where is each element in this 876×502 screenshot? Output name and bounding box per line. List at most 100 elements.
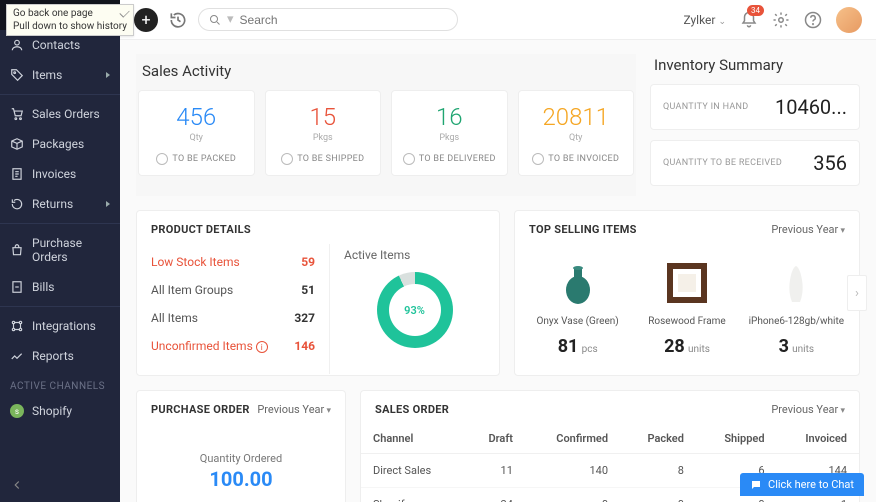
bag-icon	[10, 243, 24, 257]
active-items-label: Active Items	[344, 248, 485, 262]
notifications-button[interactable]: 34	[740, 11, 758, 29]
purchase-order-range-dropdown[interactable]: Previous Year	[257, 403, 331, 416]
avatar[interactable]	[836, 7, 862, 33]
notification-badge: 34	[747, 5, 764, 16]
back-history-tooltip: Go back one page Pull down to show histo…	[6, 4, 134, 36]
sidebar-item-label: Packages	[32, 137, 84, 151]
product-unit: units	[688, 344, 710, 355]
stat-value: 15	[274, 103, 373, 131]
top-selling-title: TOP SELLING ITEMS	[529, 223, 637, 236]
qty-to-receive-value: 356	[813, 151, 847, 175]
top-selling-item[interactable]: Onyx Vase (Green) 81 pcs	[523, 250, 632, 361]
active-items-pct: 93%	[404, 304, 425, 317]
pd-key: All Items	[151, 311, 198, 325]
help-icon	[804, 11, 822, 29]
cart-icon	[10, 107, 24, 121]
so-header: Shipped	[696, 424, 777, 454]
stat-unit: Qty	[527, 133, 626, 143]
sidebar-item-sales-orders[interactable]: Sales Orders	[0, 99, 120, 129]
sidebar-item-label: Returns	[32, 197, 73, 211]
chevron-right-icon	[106, 72, 110, 78]
product-details-card: PRODUCT DETAILS Low Stock Items59All Ite…	[136, 210, 500, 376]
stat-label: TO BE INVOICED	[527, 153, 626, 165]
chevron-right-icon	[106, 201, 110, 207]
search-box[interactable]: ▾	[198, 8, 458, 31]
sidebar-item-packages[interactable]: Packages	[0, 129, 120, 159]
stat-label: TO BE PACKED	[147, 153, 246, 165]
stat-unit: Pkgs	[400, 133, 499, 143]
chevron-left-icon	[10, 478, 24, 492]
qty-in-hand-label: QUANTITY IN HAND	[663, 102, 748, 112]
sidebar-item-label: Invoices	[32, 167, 76, 181]
sidebar-item-reports[interactable]: Reports	[0, 341, 120, 371]
sidebar-item-returns[interactable]: Returns	[0, 189, 120, 219]
sidebar-item-integrations[interactable]: Integrations	[0, 311, 120, 341]
search-icon	[209, 14, 221, 26]
pd-key: Low Stock Items	[151, 255, 240, 269]
so-cell: 0	[525, 488, 620, 502]
product-detail-row[interactable]: Low Stock Items 59	[151, 248, 315, 276]
so-cell: 11	[464, 454, 525, 488]
product-detail-row[interactable]: All Item Groups51	[151, 276, 315, 304]
add-button[interactable]: +	[134, 8, 158, 32]
chat-icon	[750, 479, 762, 491]
top-selling-item[interactable]: iPhone6-128gb/white 3 units	[742, 250, 851, 361]
stat-unit: Qty	[147, 133, 246, 143]
so-header: Draft	[464, 424, 525, 454]
so-header: Invoiced	[777, 424, 859, 454]
sidebar-item-items[interactable]: Items	[0, 60, 120, 90]
purchase-order-title: PURCHASE ORDER	[151, 403, 250, 416]
sidebar-item-label: Items	[32, 68, 62, 82]
sidebar-item-invoices[interactable]: Invoices	[0, 159, 120, 189]
active-items-donut: 93%	[377, 272, 453, 348]
stat-card[interactable]: 16 Pkgs TO BE DELIVERED	[391, 90, 508, 176]
chat-button[interactable]: Click here to Chat	[740, 473, 864, 496]
stat-value: 16	[400, 103, 499, 131]
returns-icon	[10, 197, 24, 211]
inventory-summary-panel: Inventory Summary QUANTITY IN HAND 10460…	[650, 54, 860, 196]
so-cell: Direct Sales	[361, 454, 464, 488]
so-cell: Shopify	[361, 488, 464, 502]
settings-button[interactable]	[772, 11, 790, 29]
sidebar-item-label: Shopify	[32, 404, 72, 418]
contacts-icon	[10, 38, 24, 52]
sidebar-item-shopify[interactable]: s Shopify	[0, 396, 120, 426]
purchase-order-card: PURCHASE ORDER Previous Year Quantity Or…	[136, 390, 346, 502]
so-cell: 8	[620, 454, 696, 488]
sales-activity-title: Sales Activity	[138, 60, 634, 90]
product-qty: 3	[779, 336, 789, 357]
stat-card[interactable]: 20811 Qty TO BE INVOICED	[518, 90, 635, 176]
stat-label: TO BE DELIVERED	[400, 153, 499, 165]
history-icon[interactable]	[168, 10, 188, 30]
product-detail-row[interactable]: All Items327	[151, 304, 315, 332]
qty-to-receive-label: QUANTITY TO BE RECEIVED	[663, 158, 782, 168]
sidebar-collapse-button[interactable]	[0, 468, 120, 502]
top-selling-item[interactable]: Rosewood Frame 28 units	[632, 250, 741, 361]
sales-order-title: SALES ORDER	[375, 403, 449, 416]
reports-icon	[10, 349, 24, 363]
sidebar-item-bills[interactable]: Bills	[0, 272, 120, 302]
bills-icon	[10, 280, 24, 294]
product-qty: 28	[664, 336, 685, 357]
sales-order-range-dropdown[interactable]: Previous Year	[771, 403, 845, 416]
sidebar: Dashboard Contacts Items Sales Orders Pa…	[0, 0, 120, 502]
top-selling-range-dropdown[interactable]: Previous Year	[771, 223, 845, 236]
product-name: Onyx Vase (Green)	[527, 316, 628, 330]
stat-card[interactable]: 15 Pkgs TO BE SHIPPED	[265, 90, 382, 176]
pd-value: 59	[301, 255, 315, 269]
org-switcher[interactable]: Zylker ⌄	[683, 13, 726, 27]
sidebar-item-purchase-orders[interactable]: Purchase Orders	[0, 228, 120, 272]
search-dropdown-caret[interactable]: ▾	[227, 12, 234, 27]
help-button[interactable]	[804, 11, 822, 29]
product-detail-row[interactable]: Unconfirmed Itemsi146	[151, 332, 315, 360]
pd-value: 146	[294, 339, 315, 353]
search-input[interactable]	[240, 13, 447, 27]
top-selling-next-button[interactable]: ›	[847, 275, 867, 311]
pd-value: 51	[301, 283, 315, 297]
sidebar-item-label: Bills	[32, 280, 54, 294]
sidebar-item-label: Purchase Orders	[32, 236, 110, 264]
so-header: Confirmed	[525, 424, 620, 454]
stat-value: 20811	[527, 103, 626, 131]
invoice-icon	[10, 167, 24, 181]
stat-card[interactable]: 456 Qty TO BE PACKED	[138, 90, 255, 176]
